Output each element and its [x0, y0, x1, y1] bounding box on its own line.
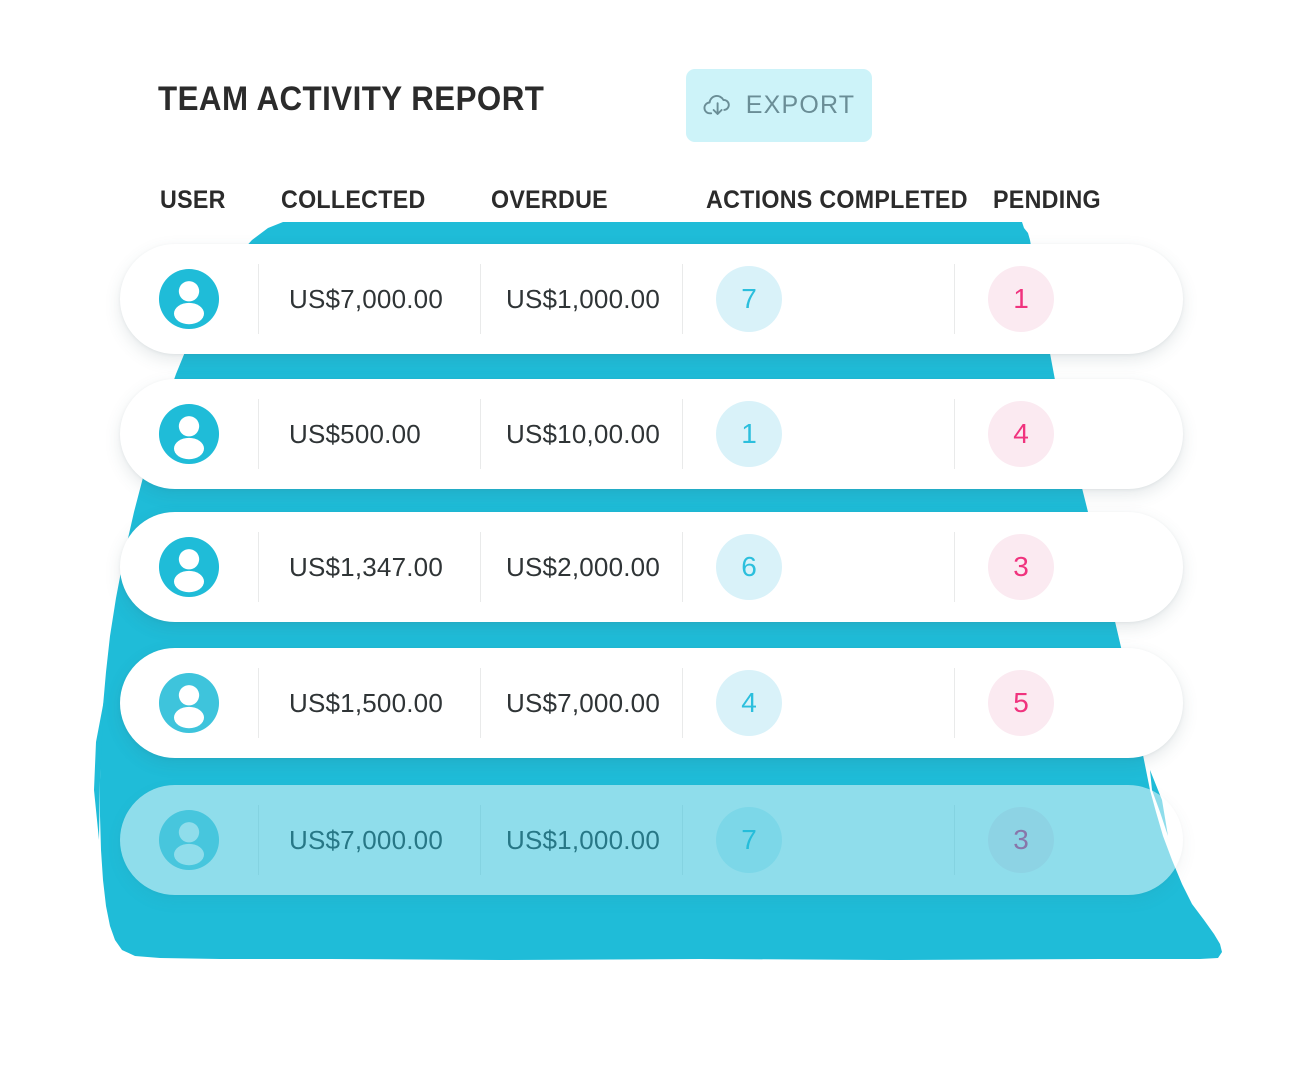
overdue-value: US$1,000.00 — [506, 824, 660, 855]
cell-actions-completed: 4 — [682, 648, 954, 758]
cell-user — [120, 379, 258, 489]
table-rows: US$7,000.00 US$1,000.00 7 1 US$500.00 US… — [0, 0, 1316, 1080]
collected-value: US$1,500.00 — [289, 687, 443, 718]
overdue-value: US$2,000.00 — [506, 551, 660, 582]
cell-overdue: US$1,000.00 — [480, 244, 682, 354]
cell-pending: 3 — [954, 785, 1183, 895]
user-avatar-icon — [158, 268, 220, 330]
pending-badge: 3 — [988, 534, 1054, 600]
cell-pending: 4 — [954, 379, 1183, 489]
table-row[interactable]: US$1,347.00 US$2,000.00 6 3 — [120, 512, 1183, 622]
cell-pending: 1 — [954, 244, 1183, 354]
collected-value: US$1,347.00 — [289, 551, 443, 582]
actions-completed-badge: 1 — [716, 401, 782, 467]
user-avatar-icon — [158, 536, 220, 598]
table-row[interactable]: US$500.00 US$10,00.00 1 4 — [120, 379, 1183, 489]
cell-collected: US$500.00 — [258, 379, 480, 489]
cell-user — [120, 785, 258, 895]
cell-pending: 5 — [954, 648, 1183, 758]
actions-completed-badge: 7 — [716, 266, 782, 332]
cell-actions-completed: 7 — [682, 785, 954, 895]
user-avatar-icon — [158, 672, 220, 734]
cell-overdue: US$10,00.00 — [480, 379, 682, 489]
table-row[interactable]: US$7,000.00 US$1,000.00 7 1 — [120, 244, 1183, 354]
table-row[interactable]: US$7,000.00 US$1,000.00 7 3 — [120, 785, 1183, 895]
actions-completed-badge: 4 — [716, 670, 782, 736]
user-avatar-icon — [158, 809, 220, 871]
overdue-value: US$7,000.00 — [506, 687, 660, 718]
collected-value: US$7,000.00 — [289, 824, 443, 855]
cell-collected: US$1,500.00 — [258, 648, 480, 758]
cell-actions-completed: 7 — [682, 244, 954, 354]
overdue-value: US$1,000.00 — [506, 283, 660, 314]
cell-collected: US$7,000.00 — [258, 785, 480, 895]
collected-value: US$7,000.00 — [289, 283, 443, 314]
cell-collected: US$7,000.00 — [258, 244, 480, 354]
pending-badge: 3 — [988, 807, 1054, 873]
pending-badge: 5 — [988, 670, 1054, 736]
cell-actions-completed: 6 — [682, 512, 954, 622]
cell-user — [120, 244, 258, 354]
cell-user — [120, 648, 258, 758]
collected-value: US$500.00 — [289, 418, 421, 449]
cell-collected: US$1,347.00 — [258, 512, 480, 622]
actions-completed-badge: 6 — [716, 534, 782, 600]
overdue-value: US$10,00.00 — [506, 418, 660, 449]
cell-actions-completed: 1 — [682, 379, 954, 489]
cell-overdue: US$2,000.00 — [480, 512, 682, 622]
pending-badge: 4 — [988, 401, 1054, 467]
table-row[interactable]: US$1,500.00 US$7,000.00 4 5 — [120, 648, 1183, 758]
cell-overdue: US$1,000.00 — [480, 785, 682, 895]
user-avatar-icon — [158, 403, 220, 465]
pending-badge: 1 — [988, 266, 1054, 332]
actions-completed-badge: 7 — [716, 807, 782, 873]
cell-pending: 3 — [954, 512, 1183, 622]
cell-user — [120, 512, 258, 622]
report-card: TEAM ACTIVITY REPORT EXPORT USER COLLECT… — [0, 0, 1316, 1080]
cell-overdue: US$7,000.00 — [480, 648, 682, 758]
